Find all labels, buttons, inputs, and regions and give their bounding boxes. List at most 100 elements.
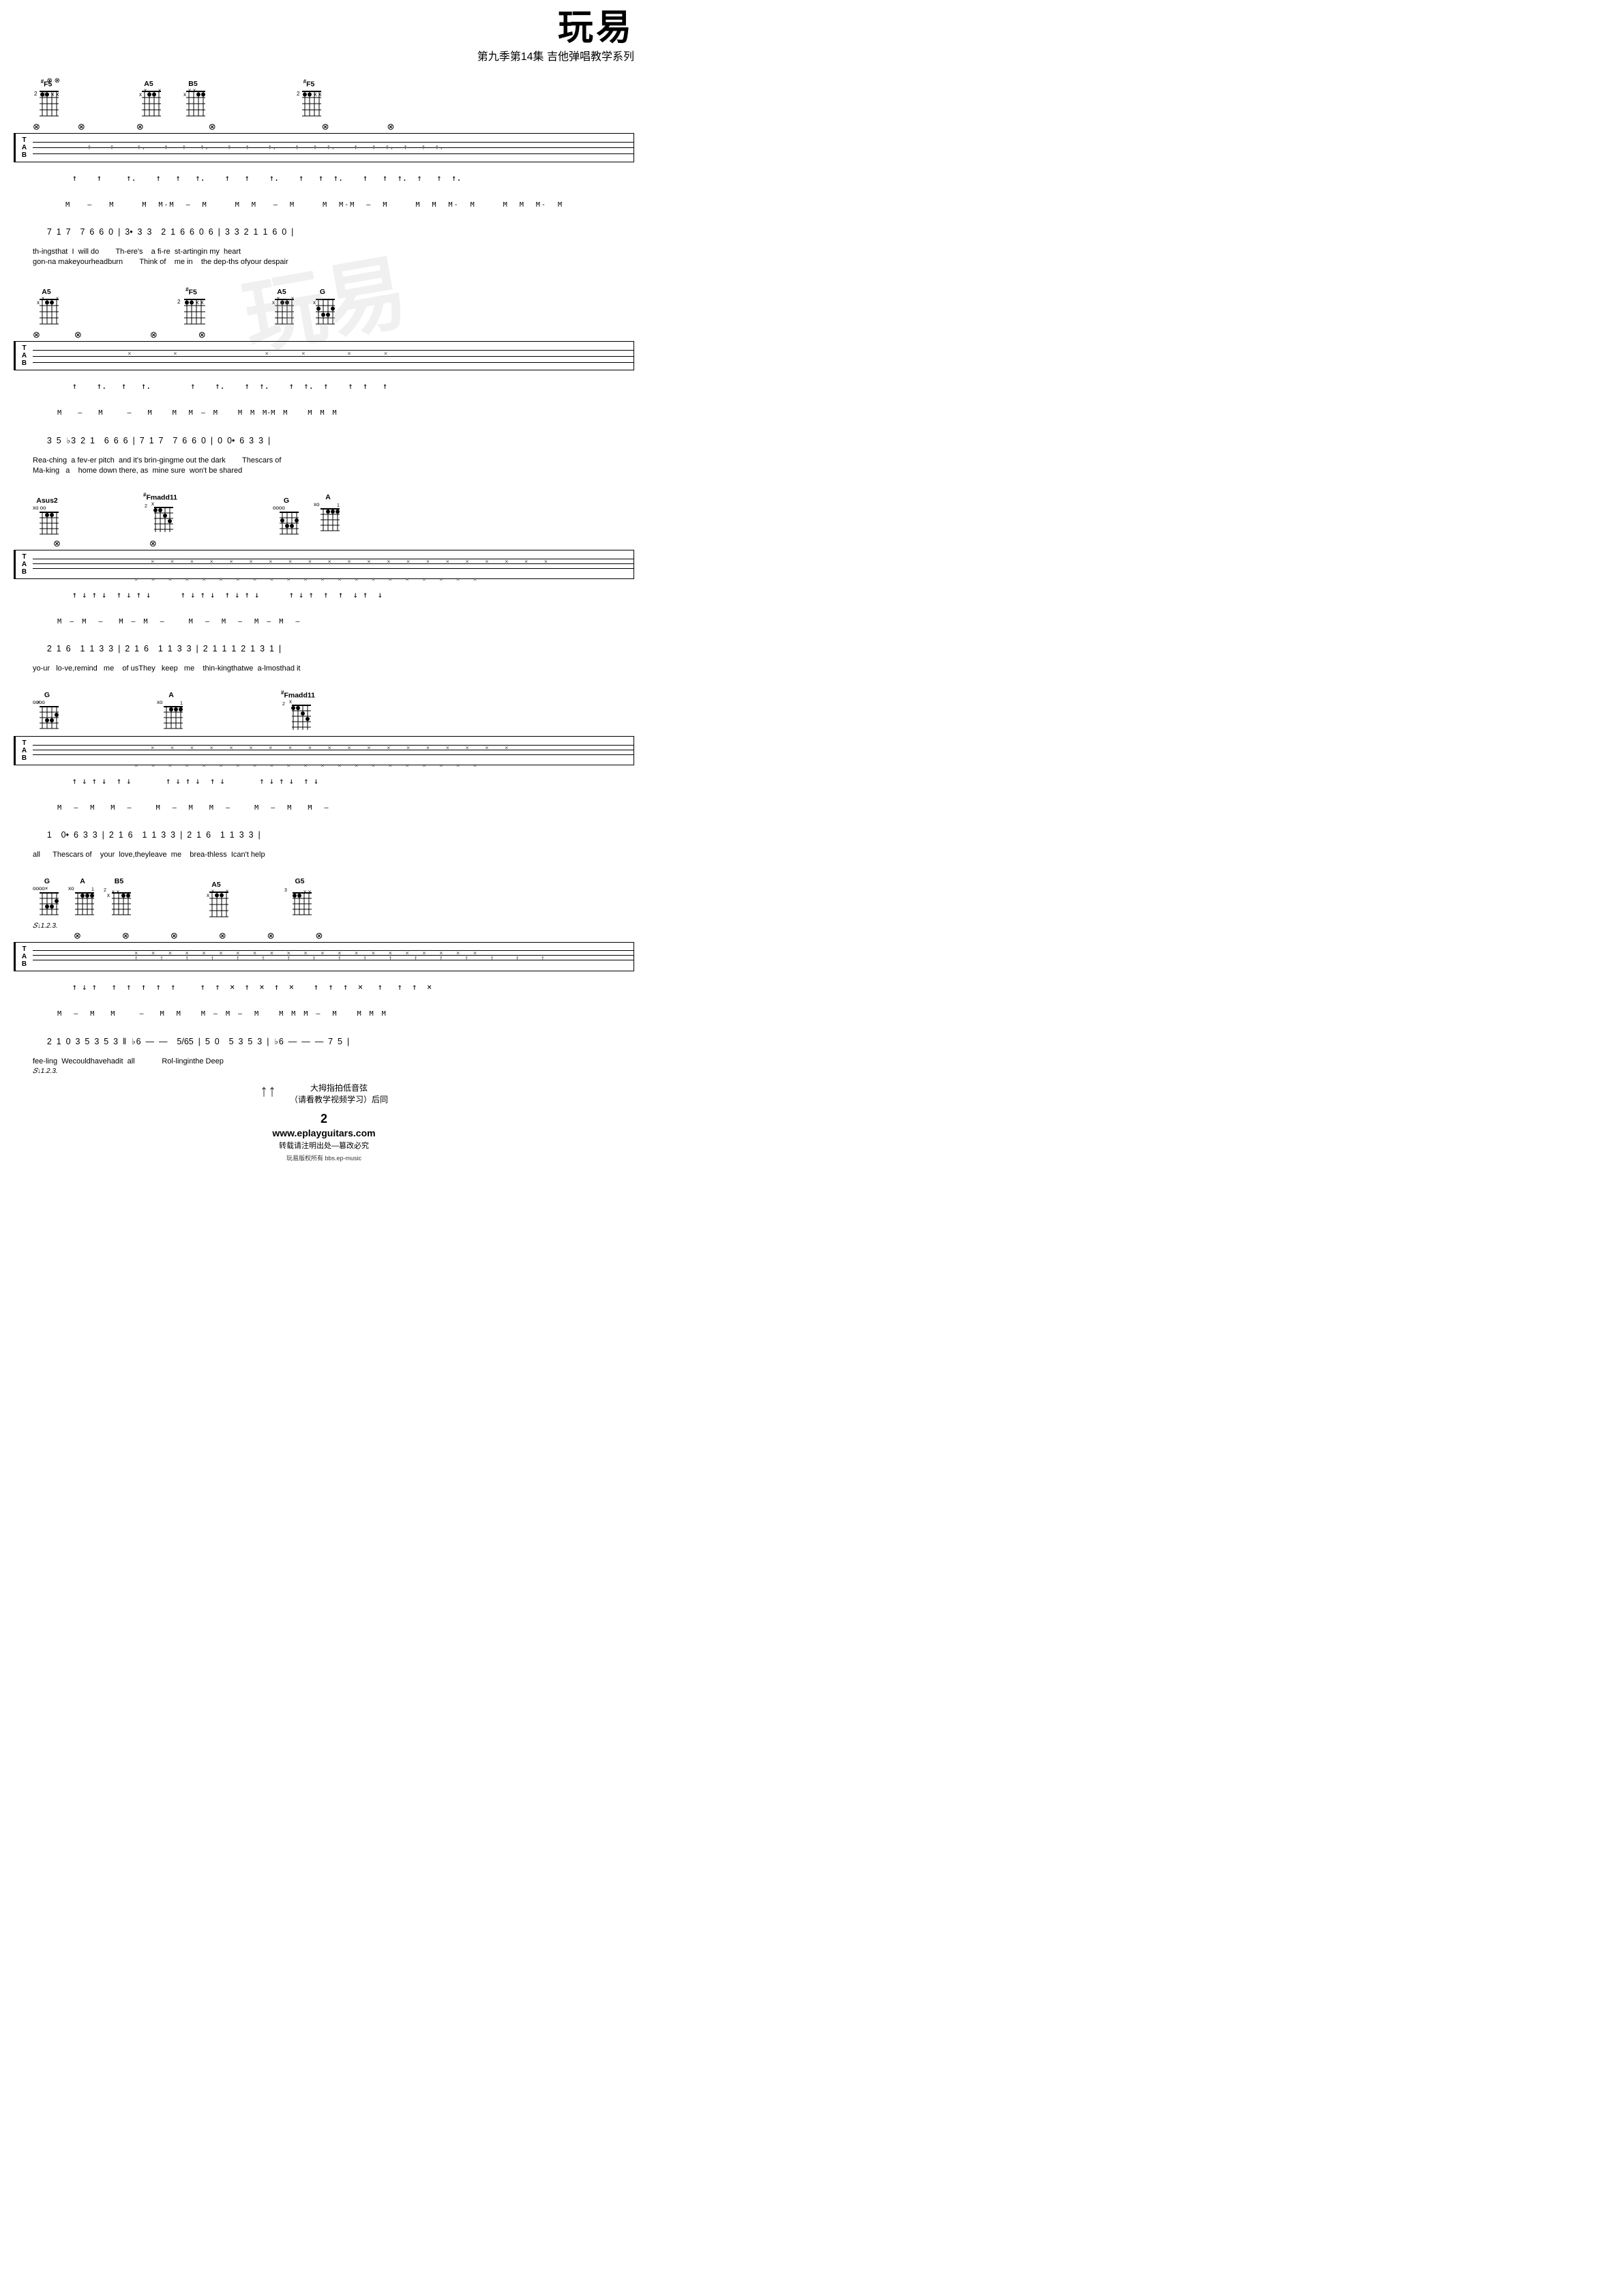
mute-sys2-4: ⊗ [198, 329, 206, 340]
tab-A: A [22, 144, 27, 151]
svg-text:x: x [139, 91, 142, 98]
strum-4: ↑ ↓ ↑ ↓ ↑ ↓ ↑ ↓ ↑ ↓ ↑ ↓ ↑ ↓ ↑ ↓ ↑ ↓ [62, 776, 318, 786]
tab-numbers-1: 7 1 7 7 6 6 0 | 3• 3 3 2 1 6 6 0 6 | 3 3… [14, 218, 634, 246]
mute-5-6: ⊗ [316, 930, 323, 941]
tab-A-5: A [22, 953, 27, 960]
tab-numbers-2: 3 5 ♭3 2 1 6 6 6 | 7 1 7 7 6 6 0 | 0 0• … [14, 426, 634, 455]
svg-text:x: x [291, 297, 294, 301]
svg-text:x: x [318, 91, 322, 98]
title-block: 玩易 第九季第14集 吉他弹唱教学系列 [477, 10, 634, 63]
svg-text:xo: xo [68, 886, 74, 892]
svg-text:x: x [188, 89, 191, 93]
tab-B-5: B [22, 960, 27, 968]
mute-3-2: ⊗ [149, 538, 157, 549]
chord-Fmadd11-1: #Fmadd11 2 x [143, 492, 177, 537]
mute-sys2-2: ⊗ [74, 329, 82, 340]
page-number: 2 [14, 1112, 634, 1126]
chord-B5-1: B5 x x x [179, 80, 207, 119]
chord-G-svg-2: oooo [273, 505, 300, 536]
thumb-markers-1: M — M M M-M — M M M — M M M-M — M M M M-… [65, 201, 563, 209]
mute-6: ⊗ [387, 121, 395, 132]
chord-B5-svg-2: 2 x x x [104, 886, 134, 920]
svg-text:x: x [42, 297, 44, 301]
svg-text:x: x [144, 89, 147, 93]
chord-A5-2: A5 x x x [33, 288, 60, 327]
svg-text:x: x [289, 700, 292, 705]
chord-G-2: G oooo [273, 497, 300, 536]
tab-T: T [22, 136, 26, 144]
chord-Fmadd11-svg: 2 x [145, 502, 175, 536]
svg-text:x: x [117, 889, 119, 895]
chord-G-svg-1: x [309, 297, 336, 327]
svg-text:x: x [207, 892, 209, 898]
tab-numbers-4: 1 0• 6 3 3 | 2 1 6 1 1 3 3 | 2 1 6 1 1 3… [14, 821, 634, 849]
svg-text:x: x [37, 299, 40, 306]
chord-A-3: A xo 1 [68, 877, 97, 920]
chord-G-1: G x [309, 288, 336, 327]
mute-5: ⊗ [322, 121, 329, 132]
chord-A5-3: A5 x x x [268, 288, 295, 327]
tab-B-3: B [22, 568, 27, 576]
tab-T-3: T [22, 553, 26, 561]
svg-text:xo: xo [314, 502, 320, 507]
chord-A5-svg-3: x x x [268, 297, 295, 327]
chord-A-svg-2: xo 1 [157, 700, 185, 734]
tab-B: B [22, 151, 27, 159]
mute-3-1: ⊗ [53, 538, 61, 549]
chord-A5-4: A5 x x x [203, 881, 230, 920]
chord-G-svg-3: oooo × [33, 700, 61, 734]
chord-G-4: G oooo× [33, 877, 61, 920]
website-url: www.eplayguitars.com [14, 1128, 634, 1138]
thumb-4: M — M M — M — M M — M — M M — [57, 804, 328, 812]
tab-T-5: T [22, 945, 26, 953]
chord-A-svg-1: xo 1 [314, 502, 342, 536]
header: 玩易 第九季第14集 吉他弹唱教学系列 [14, 10, 634, 63]
mute-4: ⊗ [209, 121, 216, 132]
svg-text:2: 2 [297, 91, 300, 97]
tab-A-2: A [22, 352, 27, 359]
svg-text:1: 1 [91, 887, 94, 892]
svg-text:x: x [200, 299, 204, 306]
svg-text:x: x [56, 297, 59, 301]
svg-text:x: x [158, 89, 161, 93]
tab-B-4: B [22, 754, 27, 762]
thumb-2: M — M — M M M — M M M M-M M M M M [57, 409, 336, 417]
mute-sys2-1: ⊗ [33, 329, 40, 340]
svg-text:xo oo: xo oo [33, 505, 46, 511]
svg-text:x: x [314, 91, 317, 98]
chord-G-svg-4: oooo× [33, 886, 61, 920]
subtitle: 第九季第14集 吉他弹唱教学系列 [477, 47, 634, 63]
system-4: G oooo × [14, 679, 634, 859]
svg-text:2: 2 [282, 702, 285, 707]
mute-sys2-3: ⊗ [150, 329, 158, 340]
repeat-marker-1: 𝑆↓1.2.3. [33, 922, 58, 930]
svg-text:2: 2 [177, 299, 181, 305]
chord-Asus2-svg: xo oo [33, 505, 61, 536]
lyrics-2a: Rea-ching a fev-er pitch and it's brin-g… [14, 456, 634, 465]
mute-5-4: ⊗ [219, 930, 226, 941]
chord-Fmadd11-svg-2: 2 x [282, 700, 313, 734]
chord-diagram-A5: x x x [135, 89, 162, 119]
svg-text:2: 2 [34, 91, 38, 97]
footer-note: 转载请注明出处—篡改必究 [14, 1140, 634, 1151]
tab-A-3: A [22, 561, 27, 568]
svg-text:2: 2 [145, 504, 147, 509]
svg-text:x: x [112, 889, 115, 895]
annotation-line1: 大拇指拍低音弦 [290, 1082, 388, 1093]
tab-numbers-5: 2 1 0 3 5 3 5 3 ‖ ♭6 — — 5/65 | 5 0 5 3 … [14, 1027, 634, 1056]
mute-5-5: ⊗ [267, 930, 275, 941]
tab-T-2: T [22, 344, 26, 352]
svg-text:x: x [196, 299, 199, 306]
system-3: Asus2 xo oo [14, 482, 634, 673]
system-1: #F5 2 [14, 65, 634, 266]
lyrics-5a: fee-ling Wecouldhavehadit all Rol-lingin… [14, 1057, 634, 1065]
svg-text:x: x [277, 297, 280, 301]
svg-text:x: x [303, 889, 306, 895]
chord-F5-svg-3: 2 x x [176, 297, 207, 327]
svg-text:×: × [37, 700, 40, 705]
chord-F5-1: #F5 2 [33, 78, 60, 120]
tab-numbers-3: 2 1 6 1 1 3 3 | 2 1 6 1 1 3 3 | 2 1 1 1 … [14, 634, 634, 663]
mute-3: ⊗ [136, 121, 144, 132]
tab-T-4: T [22, 739, 26, 747]
svg-text:x: x [107, 892, 110, 898]
